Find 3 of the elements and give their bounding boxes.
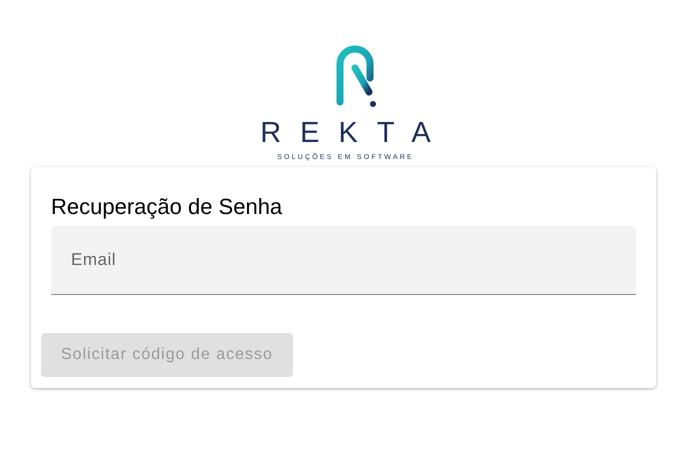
logo-name: REKTA [260, 118, 450, 148]
email-field[interactable]: Email [51, 226, 636, 295]
card-title: Recuperação de Senha [51, 193, 284, 221]
